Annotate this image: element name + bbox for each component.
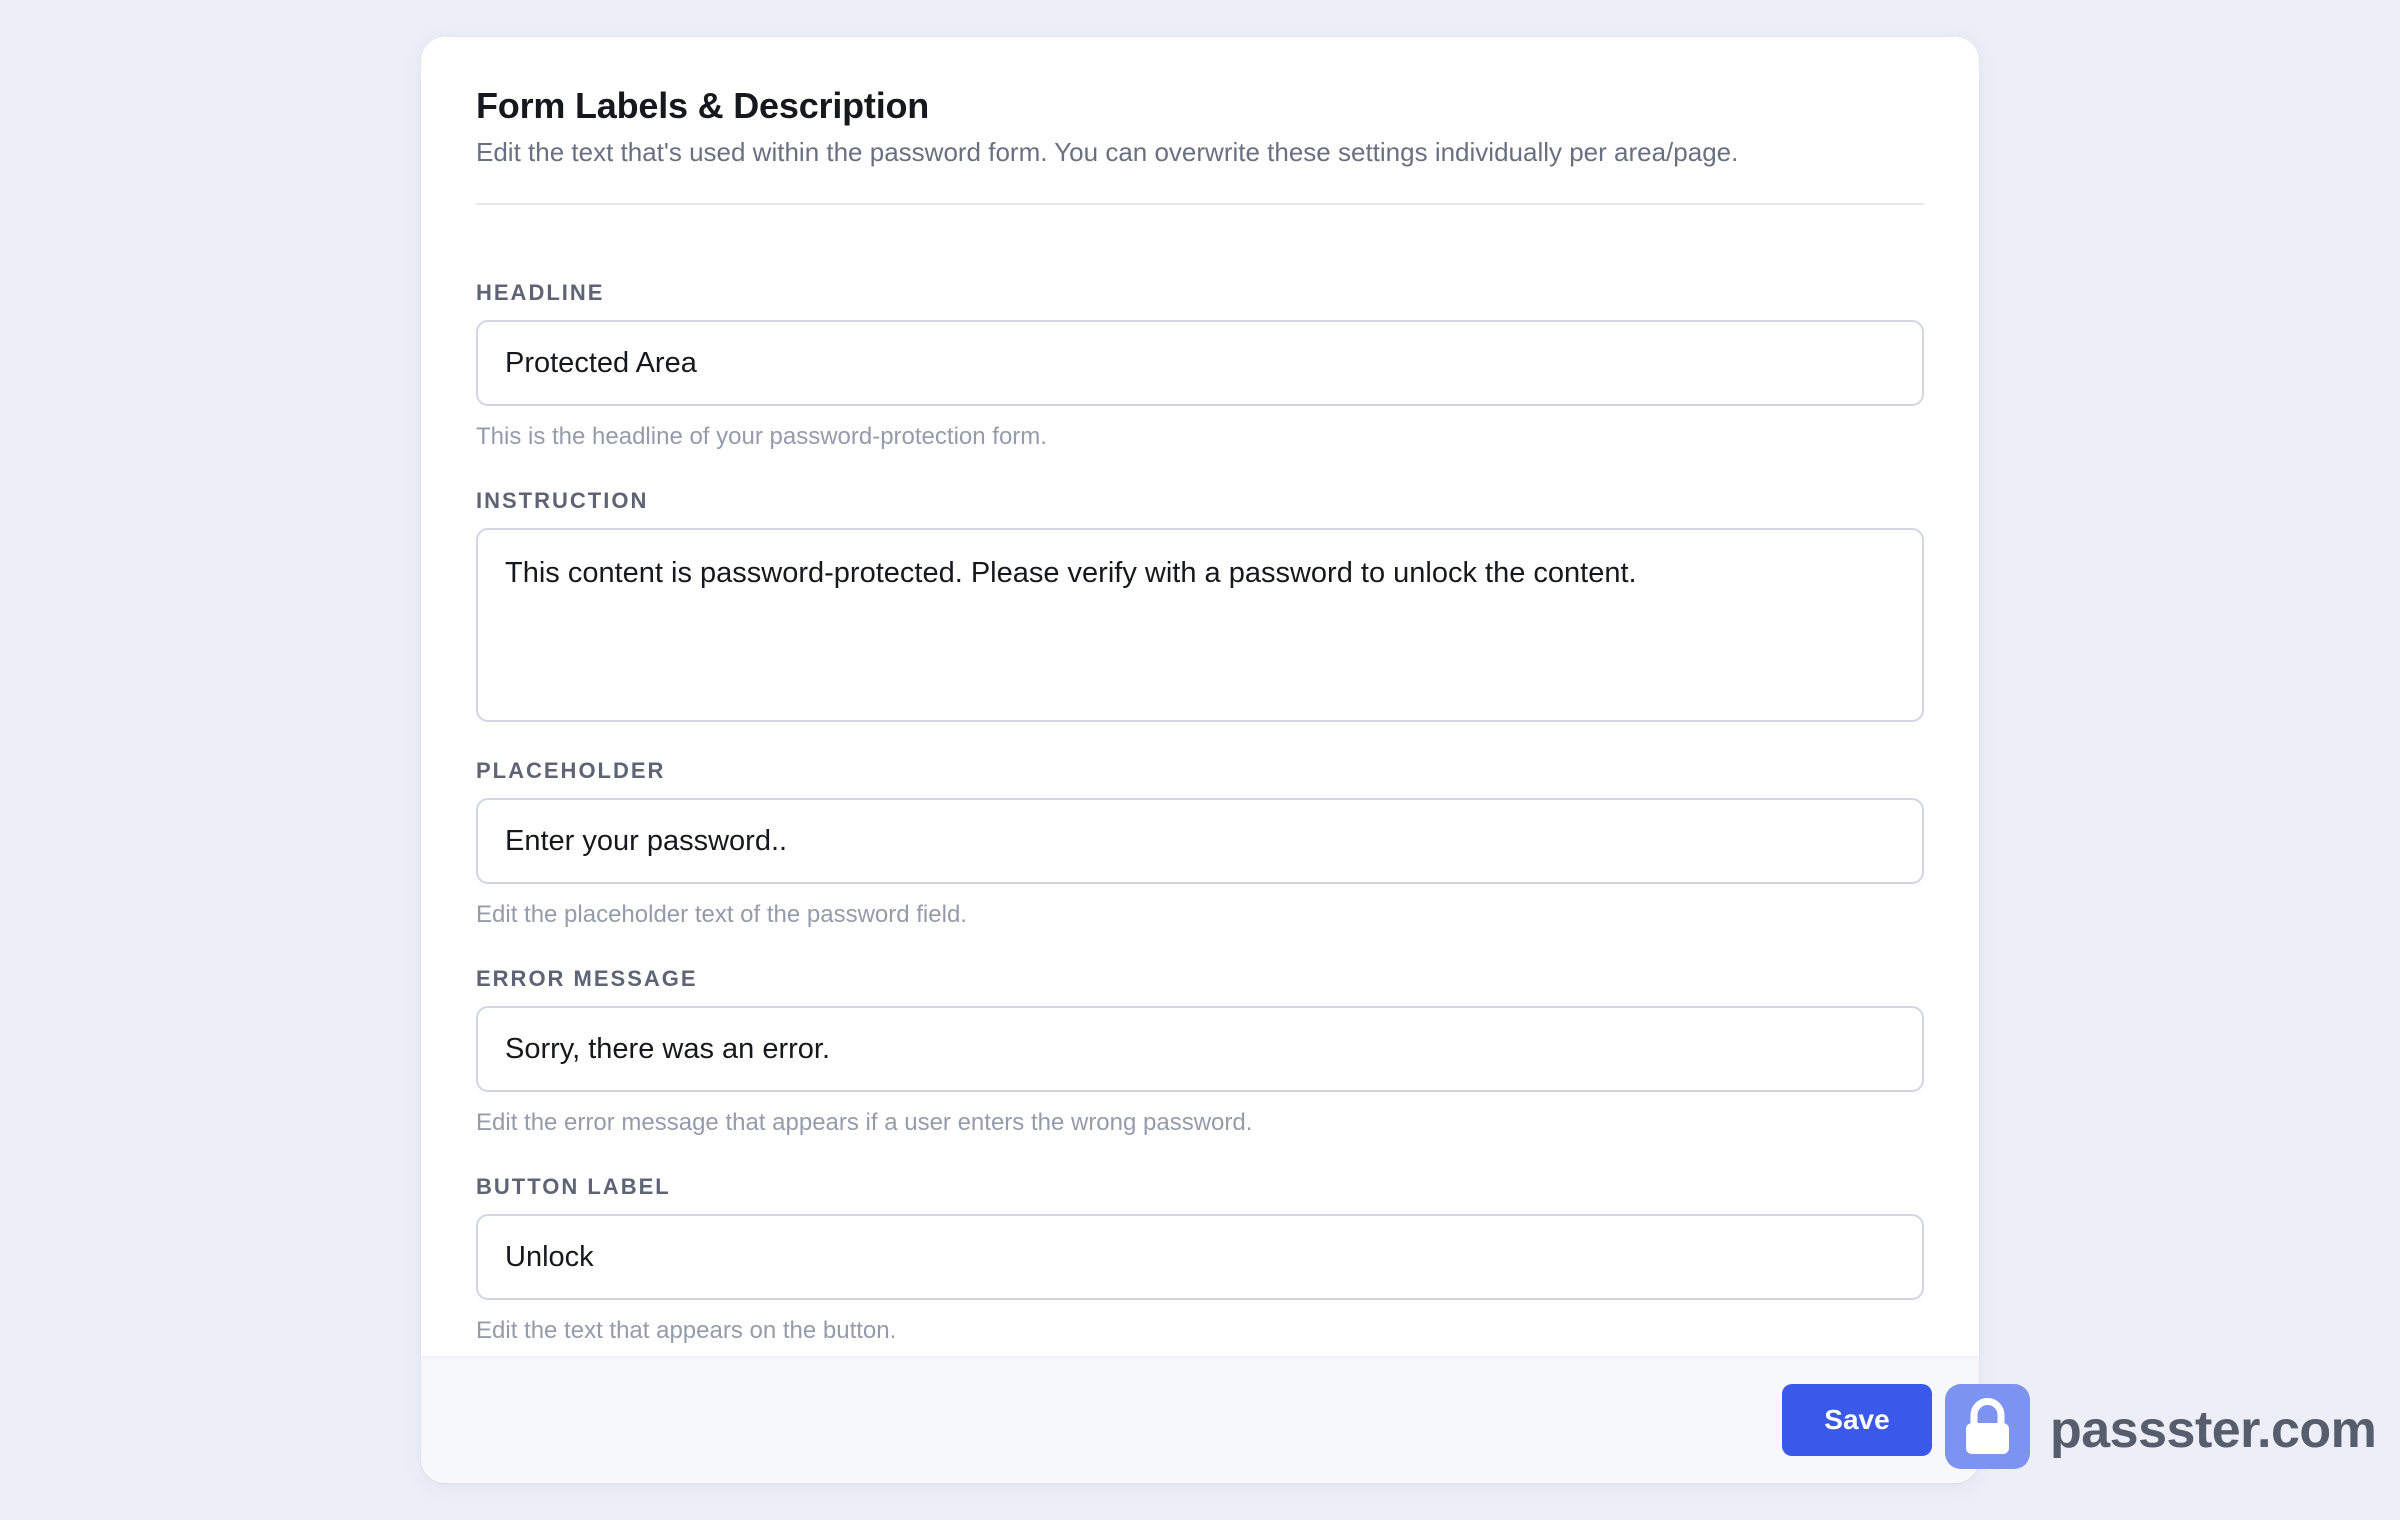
instruction-textarea[interactable]: This content is password-protected. Plea… [476,528,1924,722]
card-footer [421,1356,1979,1483]
placeholder-input[interactable] [476,798,1924,884]
error-message-input[interactable] [476,1006,1924,1092]
error-message-help: Edit the error message that appears if a… [476,1109,1253,1136]
error-message-label: ERROR MESSAGE [476,966,698,991]
panel-subtitle: Edit the text that's used within the pas… [476,137,1739,167]
placeholder-label: PLACEHOLDER [476,758,666,783]
section-divider [476,203,1924,205]
button-label-input[interactable] [476,1214,1924,1300]
save-button[interactable]: Save [1782,1384,1932,1456]
button-label-label: BUTTON LABEL [476,1174,671,1199]
instruction-label: INSTRUCTION [476,488,649,513]
headline-label: HEADLINE [476,280,605,305]
headline-help: This is the headline of your password-pr… [476,423,1047,450]
button-label-help: Edit the text that appears on the button… [476,1317,897,1344]
panel-title: Form Labels & Description [476,85,930,126]
padlock-icon [1945,1384,2030,1469]
settings-card: Form Labels & Description Edit the text … [421,37,1979,1483]
headline-input[interactable] [476,320,1924,406]
brand-wordmark: passster.com [2050,1401,2377,1459]
placeholder-help: Edit the placeholder text of the passwor… [476,901,967,928]
